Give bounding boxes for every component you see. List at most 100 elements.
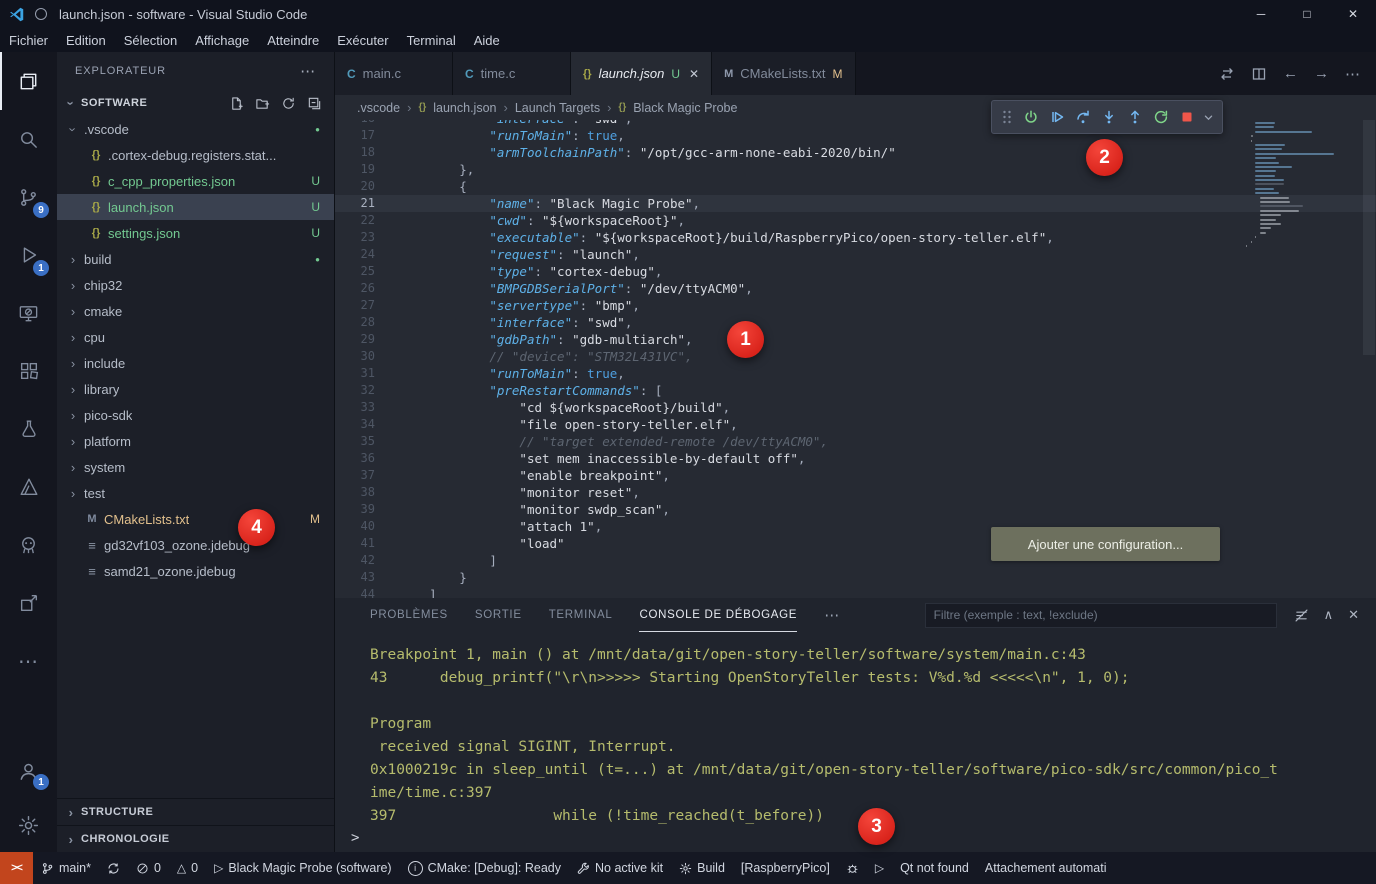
activity-extensions[interactable]	[0, 342, 57, 400]
line-number[interactable]: 24	[335, 246, 399, 263]
close-tab-icon[interactable]: ✕	[689, 67, 699, 81]
activity-run-debug[interactable]: 1	[0, 226, 57, 284]
navigate-forward-icon[interactable]: →	[1314, 65, 1329, 82]
tree-item-settings-json[interactable]: {}settings.jsonU	[57, 220, 334, 246]
tree-item-cmake[interactable]: ›cmake	[57, 298, 334, 324]
code-line[interactable]: 36 "set mem inaccessible-by-default off"…	[335, 450, 1376, 467]
line-number[interactable]: 18	[335, 144, 399, 161]
activity-remote-explorer[interactable]	[0, 284, 57, 342]
activity-platformio[interactable]	[0, 516, 57, 574]
tree-item-cpu[interactable]: ›cpu	[57, 324, 334, 350]
close-panel-icon[interactable]: ✕	[1348, 607, 1359, 623]
code-line[interactable]: 37 "enable breakpoint",	[335, 467, 1376, 484]
menu-atteindre[interactable]: Atteindre	[258, 28, 328, 52]
line-number[interactable]: 28	[335, 314, 399, 331]
tree-item-platform[interactable]: ›platform	[57, 428, 334, 454]
breadcrumb-item[interactable]: Black Magic Probe	[633, 101, 737, 115]
step-out-button[interactable]	[1123, 105, 1147, 129]
new-file-icon[interactable]	[229, 96, 244, 111]
editor-scrollbar[interactable]	[1363, 120, 1375, 355]
line-number[interactable]: 44	[335, 586, 399, 598]
debug-console[interactable]: Breakpoint 1, main () at /mnt/data/git/o…	[370, 644, 1364, 828]
section-structure[interactable]: › STRUCTURE	[57, 798, 334, 825]
line-number[interactable]: 17	[335, 127, 399, 144]
statusbar-qt-status[interactable]: Qt not found	[892, 852, 977, 884]
menu-aide[interactable]: Aide	[465, 28, 509, 52]
line-number[interactable]: 16	[335, 120, 399, 127]
line-number[interactable]: 34	[335, 416, 399, 433]
tree-item-system[interactable]: ›system	[57, 454, 334, 480]
menu-fichier[interactable]: Fichier	[0, 28, 57, 52]
line-number[interactable]: 23	[335, 229, 399, 246]
drag-handle-icon[interactable]	[999, 110, 1015, 124]
menu-affichage[interactable]: Affichage	[186, 28, 258, 52]
code-line[interactable]: 34 "file open-story-teller.elf",	[335, 416, 1376, 433]
more-actions-icon[interactable]: ⋯	[300, 62, 316, 80]
statusbar-cmake-debug[interactable]	[838, 852, 867, 884]
console-prompt[interactable]: >	[351, 830, 359, 846]
line-number[interactable]: 36	[335, 450, 399, 467]
panel-more-icon[interactable]: ⋯	[824, 606, 839, 624]
activity-more[interactable]: ⋯	[0, 632, 57, 690]
line-number[interactable]: 33	[335, 399, 399, 416]
tree-item-vscode[interactable]: ›.vscode●	[57, 116, 334, 142]
activity-search[interactable]	[0, 110, 57, 168]
activity-cmake[interactable]	[0, 458, 57, 516]
line-number[interactable]: 39	[335, 501, 399, 518]
line-number[interactable]: 20	[335, 178, 399, 195]
statusbar-debug-target[interactable]: ▷Black Magic Probe (software)	[206, 852, 400, 884]
tree-item-launch-json[interactable]: {}launch.jsonU	[57, 194, 334, 220]
statusbar-git-branch[interactable]: main*	[33, 852, 99, 884]
tree-item-include[interactable]: ›include	[57, 350, 334, 376]
tab-time-c[interactable]: Ctime.c	[453, 52, 571, 95]
new-folder-icon[interactable]	[255, 96, 270, 111]
code-line[interactable]: 23 "executable": "${workspaceRoot}/build…	[335, 229, 1376, 246]
panel-tab-terminal[interactable]: TERMINAL	[549, 598, 613, 632]
maximize-button[interactable]: □	[1284, 0, 1330, 28]
panel-tab-sortie[interactable]: SORTIE	[475, 598, 522, 632]
activity-testing[interactable]	[0, 400, 57, 458]
tree-item-samd21-ozone-jdebug[interactable]: ≡samd21_ozone.jdebug	[57, 558, 334, 584]
tab-cmakelists-txt[interactable]: MCMakeLists.txtM	[712, 52, 855, 95]
line-number[interactable]: 22	[335, 212, 399, 229]
step-over-button[interactable]	[1071, 105, 1095, 129]
code-line[interactable]: 27 "servertype": "bmp",	[335, 297, 1376, 314]
statusbar-sync[interactable]	[99, 852, 128, 884]
code-line[interactable]: 38 "monitor reset",	[335, 484, 1376, 501]
code-line[interactable]: 33 "cd ${workspaceRoot}/build",	[335, 399, 1376, 416]
menu-terminal[interactable]: Terminal	[398, 28, 465, 52]
tree-item-pico-sdk[interactable]: ›pico-sdk	[57, 402, 334, 428]
statusbar-warnings[interactable]: △0	[169, 852, 206, 884]
line-number[interactable]: 29	[335, 331, 399, 348]
statusbar-launch-target[interactable]: [RaspberryPico]	[733, 852, 838, 884]
line-number[interactable]: 31	[335, 365, 399, 382]
collapse-all-icon[interactable]	[307, 96, 322, 111]
tree-item-chip32[interactable]: ›chip32	[57, 272, 334, 298]
breadcrumb-item[interactable]: .vscode	[357, 101, 400, 115]
chevron-down-icon[interactable]	[1201, 112, 1215, 123]
code-line[interactable]: 35 // "target extended-remote /dev/ttyAC…	[335, 433, 1376, 450]
breadcrumb-item[interactable]: Launch Targets	[515, 101, 600, 115]
code-line[interactable]: 24 "request": "launch",	[335, 246, 1376, 263]
line-number[interactable]: 38	[335, 484, 399, 501]
line-number[interactable]: 30	[335, 348, 399, 365]
tree-item-test[interactable]: ›test	[57, 480, 334, 506]
code-line[interactable]: 26 "BMPGDBSerialPort": "/dev/ttyACM0",	[335, 280, 1376, 297]
code-line[interactable]: 31 "runToMain": true,	[335, 365, 1376, 382]
line-number[interactable]: 26	[335, 280, 399, 297]
tree-item-build[interactable]: ›build●	[57, 246, 334, 272]
add-configuration-button[interactable]: Ajouter une configuration...	[991, 527, 1220, 561]
line-number[interactable]: 27	[335, 297, 399, 314]
activity-accounts[interactable]: 1	[0, 744, 57, 798]
section-software[interactable]: › SOFTWARE	[57, 90, 334, 116]
tree-item-library[interactable]: ›library	[57, 376, 334, 402]
line-number[interactable]: 37	[335, 467, 399, 484]
section-chronologie[interactable]: › CHRONOLOGIE	[57, 825, 334, 852]
code-line[interactable]: 19 },	[335, 161, 1376, 178]
activity-source-control[interactable]: 9	[0, 168, 57, 226]
code-line[interactable]: 43 }	[335, 569, 1376, 586]
refresh-icon[interactable]	[281, 96, 296, 111]
tree-item-cmakelists-txt[interactable]: MCMakeLists.txtM	[57, 506, 334, 532]
code-line[interactable]: 25 "type": "cortex-debug",	[335, 263, 1376, 280]
power-button[interactable]	[1019, 105, 1043, 129]
